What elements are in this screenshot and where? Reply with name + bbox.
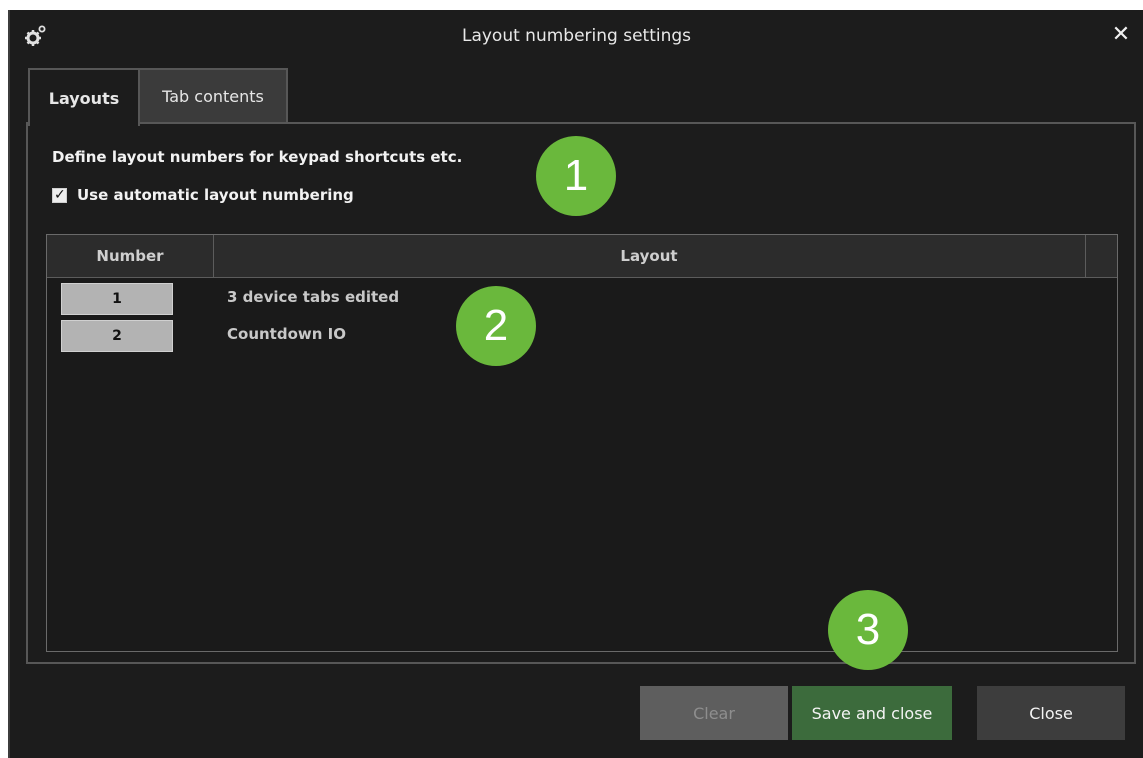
checkmark-icon: ✓ [54,186,66,203]
tab-tab-contents[interactable]: Tab contents [140,68,288,124]
layout-name: 3 device tabs edited [227,288,400,306]
table-row[interactable]: 2 Countdown IO [47,316,1117,352]
callout-badge-2: 2 [456,286,536,366]
close-icon[interactable]: ✕ [1109,23,1133,47]
column-header-layout[interactable]: Layout [213,235,1085,277]
column-header-number[interactable]: Number [47,235,214,277]
layout-numbering-dialog: Layout numbering settings ✕ Layouts Tab … [8,10,1143,758]
auto-numbering-option[interactable]: ✓ Use automatic layout numbering [52,186,354,204]
callout-badge-3: 3 [828,590,908,670]
table-row[interactable]: 1 3 device tabs edited [47,279,1117,315]
dialog-title: Layout numbering settings [461,26,692,46]
tab-layouts[interactable]: Layouts [28,68,140,126]
layout-name: Countdown IO [227,325,346,343]
layout-number-button[interactable]: 1 [61,283,173,315]
column-header-spacer [1085,235,1116,277]
callout-badge-1: 1 [536,136,616,216]
title-bar: Layout numbering settings ✕ [10,10,1143,62]
layout-number-button[interactable]: 2 [61,320,173,352]
layout-numbers-table: Number Layout 1 3 device tabs edited 2 C… [46,234,1118,652]
gears-icon [25,25,46,46]
auto-numbering-label: Use automatic layout numbering [77,186,354,204]
clear-button[interactable]: Clear [640,686,788,740]
save-and-close-button[interactable]: Save and close [792,686,952,740]
close-button[interactable]: Close [977,686,1125,740]
description-text: Define layout numbers for keypad shortcu… [52,148,463,166]
table-header: Number Layout [47,235,1117,278]
auto-numbering-checkbox[interactable]: ✓ [52,186,67,203]
